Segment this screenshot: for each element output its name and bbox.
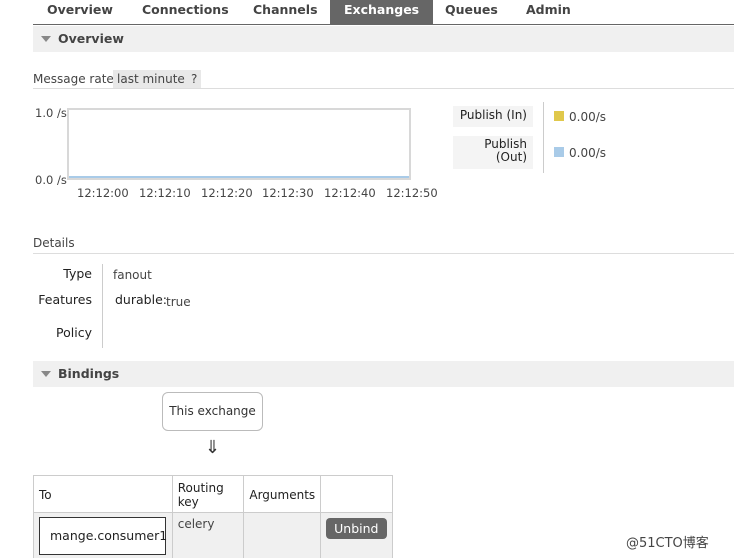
- type-label: Type: [63, 266, 92, 281]
- legend-value-publish-out: 0.00/s: [569, 146, 607, 160]
- policy-label: Policy: [56, 325, 92, 340]
- tab-admin[interactable]: Admin: [512, 0, 585, 25]
- overview-section-header[interactable]: Overview: [33, 26, 734, 52]
- tab-queues[interactable]: Queues: [431, 0, 512, 25]
- tab-connections[interactable]: Connections: [128, 0, 243, 25]
- column-header-action: [320, 475, 393, 513]
- help-button[interactable]: ?: [187, 70, 202, 88]
- tab-exchanges[interactable]: Exchanges: [330, 0, 434, 25]
- unbind-button[interactable]: Unbind: [326, 518, 387, 539]
- column-header-arguments: Arguments: [243, 475, 322, 513]
- bindings-table: To Routing key Arguments mange.consumer1…: [33, 475, 393, 558]
- y-tick-label: 1.0 /s: [35, 106, 67, 120]
- x-tick-label: 12:12:00: [77, 186, 129, 200]
- y-tick-label: 0.0 /s: [35, 173, 67, 187]
- binding-destination-cell: mange.consumer1: [33, 512, 173, 558]
- top-nav: Overview Connections Channels Exchanges …: [33, 0, 734, 25]
- legend-swatch-publish-in: [554, 111, 564, 121]
- durable-value: true: [166, 295, 191, 309]
- chart-plot-area: [67, 108, 411, 180]
- action-cell: Unbind: [320, 512, 393, 558]
- watermark: @51CTO博客: [626, 536, 709, 551]
- legend-value-publish-in: 0.00/s: [569, 110, 607, 124]
- table-row: mange.consumer1 celery Unbind: [33, 512, 393, 558]
- type-value: fanout: [113, 268, 152, 282]
- down-arrow-icon: ⇓: [205, 437, 221, 458]
- column-header-to: To: [33, 475, 173, 513]
- message-rates-label: Message rates: [33, 72, 121, 86]
- durable-label: durable:: [115, 292, 167, 307]
- range-selector[interactable]: last minute: [113, 70, 189, 88]
- details-header: Details: [33, 236, 734, 254]
- x-tick-label: 12:12:50: [386, 186, 438, 200]
- x-tick-label: 12:12:30: [262, 186, 314, 200]
- features-label: Features: [38, 292, 92, 307]
- collapse-triangle-icon: [41, 36, 51, 42]
- routing-key-cell: celery: [171, 512, 245, 558]
- legend-divider: [543, 102, 544, 173]
- legend-swatch-publish-out: [554, 147, 564, 157]
- binding-destination-link[interactable]: mange.consumer1: [39, 517, 167, 555]
- this-exchange-box: This exchange: [162, 392, 263, 431]
- series-line-publish-out: [69, 176, 409, 178]
- legend-label-publish-in: Publish (In): [453, 106, 533, 128]
- arguments-cell: [243, 512, 322, 558]
- legend-label-publish-out: Publish (Out): [453, 136, 533, 170]
- tab-channels[interactable]: Channels: [239, 0, 332, 25]
- details-divider: [102, 264, 103, 348]
- x-tick-label: 12:12:20: [201, 186, 253, 200]
- column-header-routing-key: Routing key: [171, 475, 245, 513]
- collapse-triangle-icon: [41, 371, 51, 377]
- tab-overview[interactable]: Overview: [33, 0, 127, 25]
- overview-section-title: Overview: [58, 31, 124, 46]
- bindings-section-header[interactable]: Bindings: [33, 361, 734, 387]
- legend-label-line: (Out): [495, 150, 527, 164]
- x-tick-label: 12:12:40: [324, 186, 376, 200]
- bindings-section-title: Bindings: [58, 366, 120, 381]
- x-tick-label: 12:12:10: [139, 186, 191, 200]
- message-rates-row: Message rates last minute ?: [33, 70, 734, 89]
